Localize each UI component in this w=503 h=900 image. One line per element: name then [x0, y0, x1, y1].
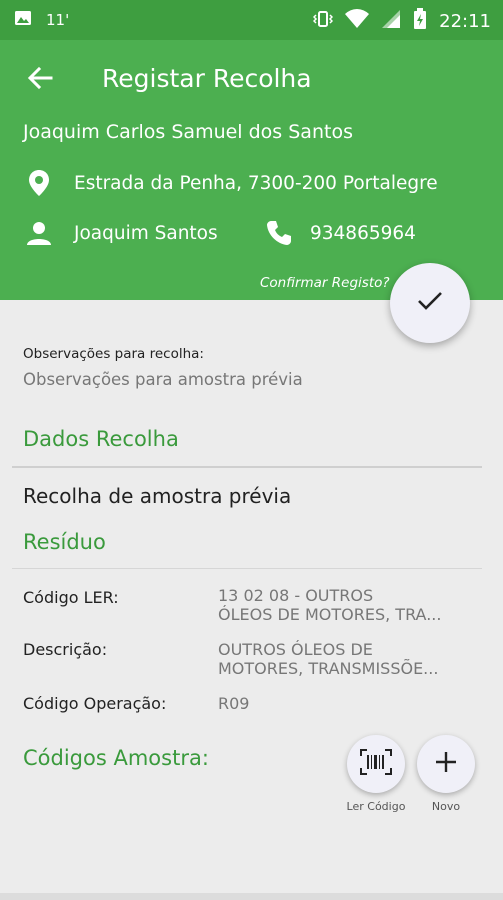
contact-name: Joaquim Santos — [74, 222, 218, 244]
address-text: Estrada da Penha, 7300-200 Portalegre — [74, 172, 438, 194]
observations-value: Observações para amostra prévia — [23, 370, 303, 389]
address-row: Estrada da Penha, 7300-200 Portalegre — [24, 168, 438, 198]
app-header: Registar Recolha Joaquim Carlos Samuel d… — [0, 40, 503, 300]
confirm-button[interactable] — [390, 263, 470, 343]
bottom-edge — [0, 893, 503, 900]
codigo-ler-value: 13 02 08 - OUTROS ÓLEOS DE MOTORES, TRA.… — [218, 586, 480, 624]
read-code-button[interactable] — [347, 735, 405, 793]
contact-row: Joaquim Santos — [24, 218, 218, 248]
read-code-caption: Ler Código — [346, 800, 406, 813]
person-icon — [24, 218, 54, 248]
section-title-dados-recolha: Dados Recolha — [23, 427, 179, 451]
codigo-ler-label: Código LER: — [23, 588, 119, 607]
divider — [12, 568, 482, 569]
page-title: Registar Recolha — [102, 64, 312, 93]
new-caption: Novo — [431, 800, 461, 813]
codigo-ler-value-line: 13 02 08 - OUTROS — [218, 586, 374, 605]
client-name: Joaquim Carlos Samuel dos Santos — [23, 121, 353, 143]
status-text: 11' — [46, 11, 70, 29]
checkmark-icon — [417, 290, 443, 316]
phone-number: 934865964 — [310, 222, 416, 244]
codigo-ler-value-line: ÓLEOS DE MOTORES, TRA... — [218, 605, 442, 624]
vibrate-icon — [313, 9, 334, 33]
section-title-residuo: Resíduo — [23, 530, 106, 554]
cell-signal-icon — [381, 9, 401, 33]
codigo-operacao-value: R09 — [218, 694, 250, 713]
phone-icon — [264, 218, 294, 248]
battery-icon — [413, 8, 427, 34]
clock: 22:11 — [439, 10, 491, 32]
section-title-codigos-amostra: Códigos Amostra: — [23, 746, 209, 770]
codigo-operacao-label: Código Operação: — [23, 694, 167, 713]
new-sample-code-button[interactable] — [417, 735, 475, 793]
recolha-type: Recolha de amostra prévia — [23, 484, 292, 508]
divider — [12, 466, 482, 468]
barcode-scan-icon — [360, 749, 392, 779]
confirm-registration-label: Confirmar Registo? — [260, 275, 390, 291]
descricao-label: Descrição: — [23, 640, 108, 659]
wifi-icon — [345, 9, 370, 33]
descricao-value: OUTROS ÓLEOS DE MOTORES, TRANSMISSÕE... — [218, 640, 480, 678]
location-pin-icon — [24, 168, 54, 198]
image-notification-icon — [14, 9, 32, 31]
observations-label: Observações para recolha: — [23, 346, 204, 362]
phone-row[interactable]: 934865964 — [264, 218, 416, 248]
back-arrow-icon[interactable] — [24, 62, 56, 94]
descricao-value-line: MOTORES, TRANSMISSÕE... — [218, 659, 439, 678]
status-bar: 11' 22:11 — [0, 0, 503, 40]
plus-icon — [435, 751, 457, 777]
descricao-value-line: OUTROS ÓLEOS DE — [218, 640, 373, 659]
